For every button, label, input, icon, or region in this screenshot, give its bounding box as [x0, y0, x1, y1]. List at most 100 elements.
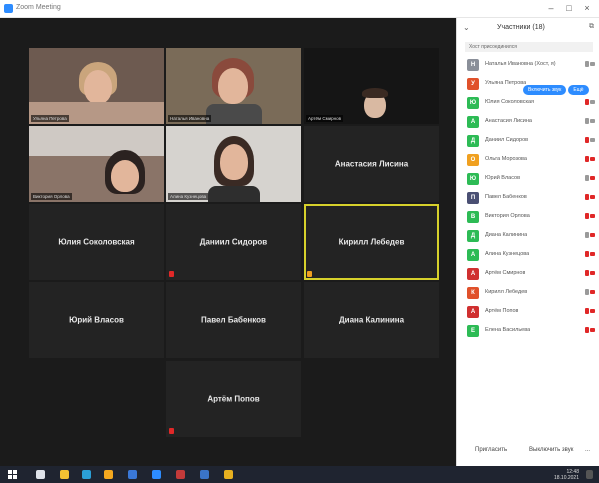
avatar: Ю — [467, 173, 479, 185]
mic-muted-icon — [585, 232, 589, 238]
participant-list-name: Кирилл Лебедев — [485, 289, 528, 295]
participant-status — [583, 194, 595, 201]
name-tile[interactable]: Анастасия Лисина — [304, 126, 439, 202]
participant-status — [583, 175, 595, 182]
mute-all-button[interactable]: Выключить звук — [529, 447, 573, 453]
mic-muted-icon — [585, 289, 589, 295]
participant-list-name: Виктория Орлова — [485, 213, 530, 219]
video-background — [29, 126, 164, 156]
more-options-button[interactable]: ... — [585, 447, 590, 453]
chevron-down-icon[interactable]: ⌄ — [463, 23, 470, 32]
participant-name: Павел Бабенков — [201, 315, 266, 325]
participant-list-item[interactable]: А Артём Попов — [463, 303, 597, 322]
participant-list-item[interactable]: К Кирилл Лебедев — [463, 284, 597, 303]
camera-icon — [590, 233, 595, 237]
close-button[interactable]: × — [580, 2, 594, 14]
folder-icon[interactable] — [224, 470, 233, 479]
participant-list-name: Диана Калинина — [485, 232, 528, 238]
mic-muted-icon — [585, 270, 589, 276]
name-tile[interactable]: Юлия Соколовская — [29, 204, 164, 280]
mic-muted-icon — [585, 308, 589, 314]
clock-date: 18.10.2021 — [553, 475, 579, 481]
participant-name: Диана Калинина — [338, 315, 405, 325]
participant-list-name: Анастасия Лисина — [485, 118, 532, 124]
participant-status — [583, 308, 595, 315]
participant-list-item[interactable]: А Анастасия Лисина — [463, 113, 597, 132]
participant-list-item[interactable]: П Павел Бабенков — [463, 189, 597, 208]
mic-muted-icon — [585, 175, 589, 181]
host-bar: Хост присоединился — [465, 42, 593, 52]
windows-start-icon[interactable] — [8, 470, 17, 479]
pdf-icon[interactable] — [176, 470, 185, 479]
avatar: Д — [467, 135, 479, 147]
minimize-button[interactable]: – — [544, 2, 558, 14]
notifications-icon[interactable] — [586, 470, 593, 479]
participant-list-item[interactable]: А Артём Смирнов — [463, 265, 597, 284]
video-tile[interactable]: Виктория Орлова — [29, 126, 164, 202]
camera-icon — [590, 119, 595, 123]
video-tile[interactable]: Наталья Ивановна — [166, 48, 301, 124]
name-tile-active-speaker[interactable]: Кирилл Лебедев — [304, 204, 439, 280]
participant-name: Юлия Соколовская — [58, 237, 135, 247]
camera-icon — [590, 138, 595, 142]
video-tile[interactable]: Алина Кузнецова — [166, 126, 301, 202]
participant-list-name: Ульяна Петрова — [485, 80, 527, 86]
word-icon[interactable] — [200, 470, 209, 479]
mic-muted-icon — [585, 251, 589, 257]
avatar: Ю — [467, 97, 479, 109]
name-tile[interactable]: Юрий Власов — [29, 282, 164, 358]
participant-list-item[interactable]: А Алина Кузнецова — [463, 246, 597, 265]
participants-list: Н Наталья Ивановна (Хост, я) У Ульяна Петро… — [463, 56, 597, 341]
search-icon[interactable] — [36, 470, 45, 479]
participant-status — [583, 156, 595, 163]
participant-list-item[interactable]: Е Елена Васильева — [463, 322, 597, 341]
participant-list-item[interactable]: Д Диана Калинина — [463, 227, 597, 246]
participant-list-item[interactable]: О Ольга Морозова — [463, 151, 597, 170]
video-tile[interactable]: Артём Смирнов — [304, 48, 439, 124]
zoom-taskbar-icon[interactable] — [152, 470, 161, 479]
popout-icon[interactable]: ⧉ — [589, 23, 594, 31]
chrome-icon[interactable] — [104, 470, 113, 479]
participant-list-item[interactable]: Ю Юлия Соколовская — [463, 94, 597, 113]
system-tray-clock[interactable]: 12:48 18.10.2021 — [554, 469, 579, 481]
participants-panel-footer: Пригласить Выключить звук ... — [457, 442, 599, 462]
participant-list-item[interactable]: В Виктория Орлова — [463, 208, 597, 227]
participant-face — [111, 160, 139, 192]
edge-icon[interactable] — [82, 470, 91, 479]
video-tile[interactable]: Ульяна Петрова — [29, 48, 164, 124]
maximize-button[interactable]: □ — [562, 2, 576, 14]
video-tile-label: Виктория Орлова — [31, 193, 72, 200]
avatar: П — [467, 192, 479, 204]
name-tile[interactable]: Артём Попов — [166, 361, 301, 437]
name-tile[interactable]: Павел Бабенков — [166, 282, 301, 358]
mic-muted-icon — [585, 137, 589, 143]
camera-icon — [590, 309, 595, 313]
invite-button[interactable]: Пригласить — [475, 447, 507, 453]
participant-list-name: Елена Васильева — [485, 327, 531, 333]
participants-panel-header: ⌄ Участники (18) ⧉ — [457, 18, 599, 38]
avatar: Д — [467, 230, 479, 242]
participant-list-name: Алина Кузнецова — [485, 251, 530, 257]
participant-list-item[interactable]: Д Даниил Сидоров — [463, 132, 597, 151]
mic-muted-icon — [585, 118, 589, 124]
store-icon[interactable] — [128, 470, 137, 479]
mic-muted-icon — [585, 194, 589, 200]
camera-icon — [590, 176, 595, 180]
mic-muted-icon — [585, 61, 589, 67]
avatar: А — [467, 249, 479, 261]
video-tile-label: Артём Смирнов — [306, 115, 344, 122]
participant-list-item[interactable]: Ю Юрий Власов — [463, 170, 597, 189]
participant-status — [583, 232, 595, 239]
mic-muted-icon — [585, 99, 589, 105]
file-explorer-icon[interactable] — [60, 470, 69, 479]
participant-name: Кирилл Лебедев — [338, 237, 405, 247]
name-tile[interactable]: Даниил Сидоров — [166, 204, 301, 280]
name-tile[interactable]: Диана Калинина — [304, 282, 439, 358]
participant-list-name: Юрий Власов — [485, 175, 521, 181]
participant-list-item[interactable]: У Ульяна Петрова Включить звук Ещё — [463, 75, 597, 95]
camera-icon — [590, 290, 595, 294]
camera-icon — [590, 100, 595, 104]
participant-list-item[interactable]: Н Наталья Ивановна (Хост, я) — [463, 56, 597, 75]
window-titlebar: Zoom Meeting – □ × — [0, 0, 599, 18]
participant-list-name: Артём Попов — [485, 308, 519, 314]
